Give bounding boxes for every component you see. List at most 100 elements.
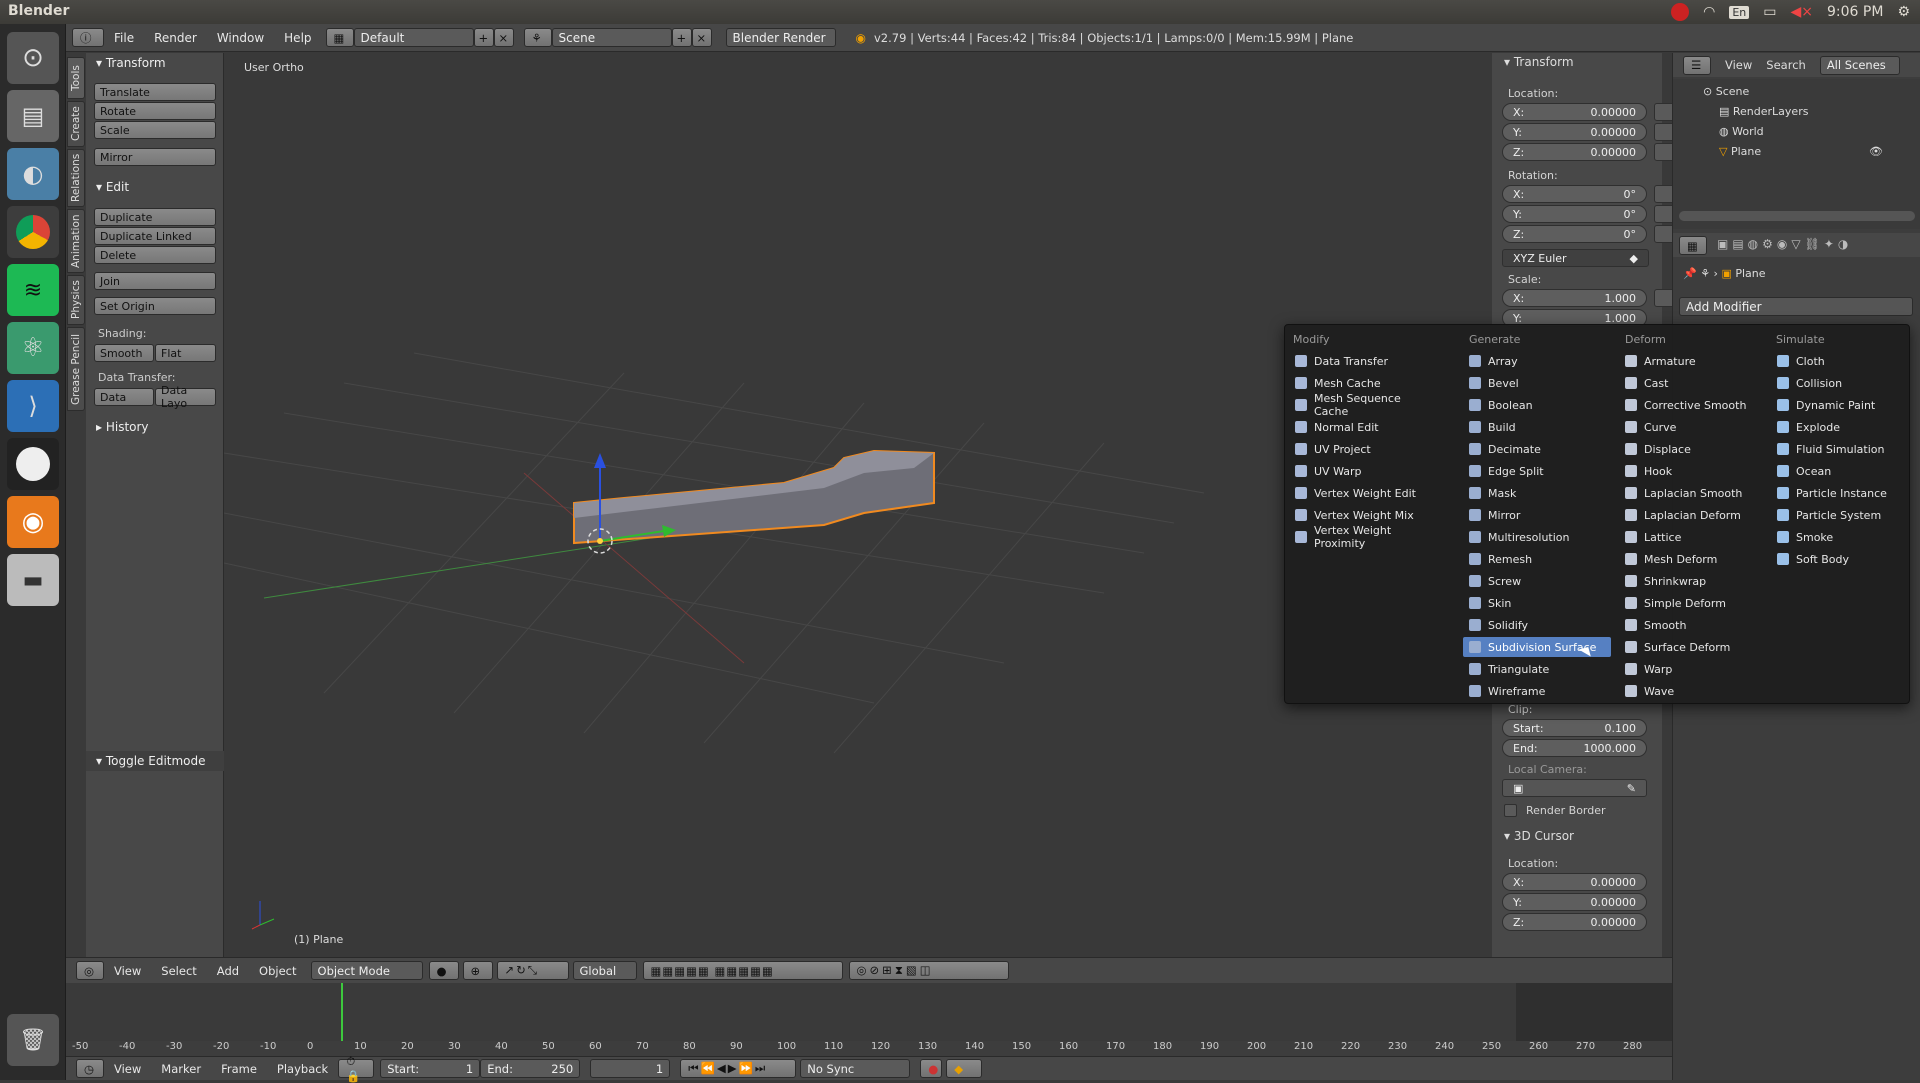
view3d-menu-view[interactable]: View	[104, 964, 151, 978]
modifier-item-bevel[interactable]: Bevel	[1463, 373, 1611, 393]
modifier-item-dynamic-paint[interactable]: Dynamic Paint	[1771, 395, 1919, 415]
modifier-item-ocean[interactable]: Ocean	[1771, 461, 1919, 481]
duplicate-linked-button[interactable]: Duplicate Linked	[94, 227, 216, 245]
cursor-z-field[interactable]: Z: 0.00000	[1502, 913, 1647, 931]
modifier-item-mesh-cache[interactable]: Mesh Cache	[1289, 373, 1437, 393]
modifier-item-multiresolution[interactable]: Multiresolution	[1463, 527, 1611, 547]
menu-window[interactable]: Window	[207, 31, 274, 45]
add-screen-button[interactable]: +	[473, 28, 494, 47]
view3d-menu-select[interactable]: Select	[151, 964, 206, 978]
clock[interactable]: 9:06 PM	[1827, 4, 1883, 20]
modifier-item-curve[interactable]: Curve	[1619, 417, 1767, 437]
start-frame-field[interactable]: Start: 1	[380, 1059, 481, 1078]
properties-editor-icon[interactable]: ▦	[1679, 236, 1707, 255]
3d-cursor-header[interactable]: ▾ 3D Cursor	[1504, 829, 1574, 843]
shading-select[interactable]: ●	[428, 961, 459, 980]
drive-icon[interactable]: ▬	[7, 554, 59, 606]
outliner-item-scene[interactable]: ⊙ Scene	[1703, 85, 1749, 98]
modifier-item-remesh[interactable]: Remesh	[1463, 549, 1611, 569]
translate-button[interactable]: Translate	[94, 83, 216, 101]
modifier-item-uv-project[interactable]: UV Project	[1289, 439, 1437, 459]
mirror-button[interactable]: Mirror	[94, 148, 216, 166]
data-layout-button[interactable]: Data Layo	[155, 384, 216, 410]
manipulator-buttons[interactable]: ↗↻⤡	[496, 961, 569, 980]
battery-icon[interactable]: ▭	[1763, 4, 1776, 20]
rotation-z-field[interactable]: Z: 0°	[1502, 225, 1647, 243]
pivot-select[interactable]: ⊕	[462, 961, 493, 980]
cursor-y-field[interactable]: Y: 0.00000	[1502, 893, 1647, 911]
orientation-select[interactable]: Global	[572, 961, 637, 980]
clip-start-field[interactable]: Start: 0.100	[1502, 719, 1647, 737]
modifier-item-vertex-weight-proximity[interactable]: Vertex Weight Proximity	[1289, 524, 1437, 550]
flat-button[interactable]: Flat	[155, 344, 216, 362]
n-transform-header[interactable]: ▾ Transform	[1504, 55, 1574, 69]
outliner-search-menu[interactable]: Search	[1766, 58, 1806, 72]
obs-icon[interactable]	[7, 438, 59, 490]
outliner-editor-icon[interactable]: ☰	[1683, 55, 1711, 75]
render-engine-select[interactable]: Blender Render	[725, 28, 836, 47]
timeline-menu-playback[interactable]: Playback	[267, 1062, 338, 1076]
location-y-field[interactable]: Y: 0.00000	[1502, 123, 1647, 141]
timeline-menu-marker[interactable]: Marker	[151, 1062, 211, 1076]
editor-type-icon[interactable]: ⓘ	[72, 28, 104, 47]
modifier-item-boolean[interactable]: Boolean	[1463, 395, 1611, 415]
tab-relations[interactable]: Relations	[67, 149, 85, 207]
modifier-item-explode[interactable]: Explode	[1771, 417, 1919, 437]
modifier-item-smoke[interactable]: Smoke	[1771, 527, 1919, 547]
set-origin-button[interactable]: Set Origin	[94, 297, 216, 315]
transform-panel-header[interactable]: ▾ Transform	[86, 53, 224, 73]
rotation-mode-select[interactable]: XYZ Euler ◆	[1502, 249, 1649, 267]
history-panel-header[interactable]: ▸ History	[86, 417, 224, 437]
modifier-item-armature[interactable]: Armature	[1619, 351, 1767, 371]
layer-buttons[interactable]: ▦▦▦▦▦ ▦▦▦▦▦	[642, 961, 843, 980]
modifier-item-shrinkwrap[interactable]: Shrinkwrap	[1619, 571, 1767, 591]
atom-icon[interactable]: ⚛	[7, 322, 59, 374]
steam-icon[interactable]: ◐	[7, 148, 59, 200]
modifier-item-particle-system[interactable]: Particle System	[1771, 505, 1919, 525]
volume-muted-icon[interactable]: ◀×	[1791, 4, 1814, 20]
record-icon[interactable]: ●	[920, 1059, 943, 1078]
scale-x-field[interactable]: X: 1.000	[1502, 289, 1647, 307]
modifier-item-wave[interactable]: Wave	[1619, 681, 1767, 701]
modifier-item-edge-split[interactable]: Edge Split	[1463, 461, 1611, 481]
modifier-item-lattice[interactable]: Lattice	[1619, 527, 1767, 547]
modifier-item-warp[interactable]: Warp	[1619, 659, 1767, 679]
view3d-editor-icon[interactable]: ◎	[76, 961, 104, 980]
modifier-item-uv-warp[interactable]: UV Warp	[1289, 461, 1437, 481]
local-camera-field[interactable]: ▣ ✎	[1502, 779, 1647, 797]
render-border-checkbox[interactable]	[1504, 804, 1517, 817]
rotation-y-field[interactable]: Y: 0°	[1502, 205, 1647, 223]
modifier-item-cast[interactable]: Cast	[1619, 373, 1767, 393]
modifier-item-skin[interactable]: Skin	[1463, 593, 1611, 613]
scale-button[interactable]: Scale	[94, 121, 216, 139]
menu-help[interactable]: Help	[274, 31, 321, 45]
modifier-item-displace[interactable]: Displace	[1619, 439, 1767, 459]
vscode-icon[interactable]: ⟩	[7, 380, 59, 432]
gear-icon[interactable]: ⚙	[1897, 4, 1910, 20]
tab-create[interactable]: Create	[67, 101, 85, 147]
files-icon[interactable]: ▤	[7, 90, 59, 142]
menu-file[interactable]: File	[104, 31, 144, 45]
add-modifier-button[interactable]: Add Modifier	[1679, 297, 1913, 316]
modifier-item-build[interactable]: Build	[1463, 417, 1611, 437]
cursor-x-field[interactable]: X: 0.00000	[1502, 873, 1647, 891]
modifier-item-mirror[interactable]: Mirror	[1463, 505, 1611, 525]
outliner-view-menu[interactable]: View	[1725, 58, 1752, 72]
timeline[interactable]: -50 -40 -30 -20 -10 0 10 20 30 40 50 60 70 80 90 100 110…	[66, 983, 1672, 1083]
end-frame-field[interactable]: End: 250	[480, 1059, 581, 1078]
chrome-icon[interactable]	[7, 206, 59, 258]
timeline-editor-icon[interactable]: ◷	[76, 1059, 104, 1078]
modifier-item-hook[interactable]: Hook	[1619, 461, 1767, 481]
modifier-item-cloth[interactable]: Cloth	[1771, 351, 1919, 371]
playhead[interactable]	[341, 983, 343, 1041]
modifier-item-smooth[interactable]: Smooth	[1619, 615, 1767, 635]
modifier-item-surface-deform[interactable]: Surface Deform	[1619, 637, 1767, 657]
modifier-item-decimate[interactable]: Decimate	[1463, 439, 1611, 459]
outliner-scrollbar[interactable]	[1679, 211, 1915, 221]
tab-physics[interactable]: Physics	[67, 275, 85, 325]
modifier-item-mask[interactable]: Mask	[1463, 483, 1611, 503]
wifi-icon[interactable]: ◠	[1703, 4, 1715, 20]
properties-tabs[interactable]: ▣▤◍⚙◉▽⛓✦◑	[1717, 237, 1852, 251]
tab-grease-pencil[interactable]: Grease Pencil	[67, 327, 85, 411]
modifier-item-soft-body[interactable]: Soft Body	[1771, 549, 1919, 569]
